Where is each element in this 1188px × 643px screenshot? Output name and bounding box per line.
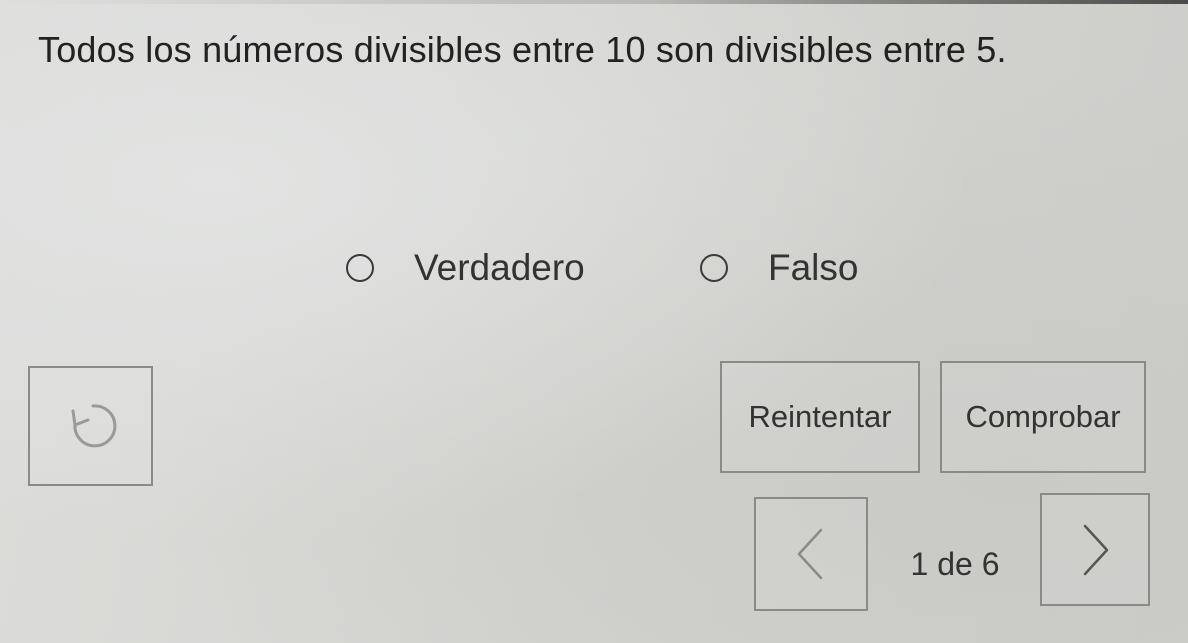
top-edge-divider (0, 0, 1188, 4)
reset-button[interactable] (28, 366, 153, 486)
retry-button-label: Reintentar (748, 399, 892, 434)
option-verdadero[interactable]: Verdadero (346, 240, 585, 296)
question-text: Todos los números divisibles entre 10 so… (38, 29, 1007, 70)
check-button-label: Comprobar (965, 399, 1121, 434)
radio-verdadero[interactable] (346, 254, 374, 282)
previous-page-button[interactable] (754, 497, 868, 611)
chevron-right-icon (1075, 520, 1115, 580)
option-label-verdadero: Verdadero (414, 247, 585, 288)
option-falso[interactable]: Falso (700, 240, 858, 296)
next-page-button[interactable] (1040, 493, 1150, 606)
chevron-left-icon (791, 524, 831, 584)
option-label-falso: Falso (768, 247, 859, 288)
undo-arrow-icon (59, 398, 123, 454)
radio-falso[interactable] (700, 254, 728, 282)
page-indicator: 1 de 6 (910, 546, 1000, 582)
check-button[interactable]: Comprobar (940, 361, 1146, 473)
retry-button[interactable]: Reintentar (720, 361, 920, 473)
